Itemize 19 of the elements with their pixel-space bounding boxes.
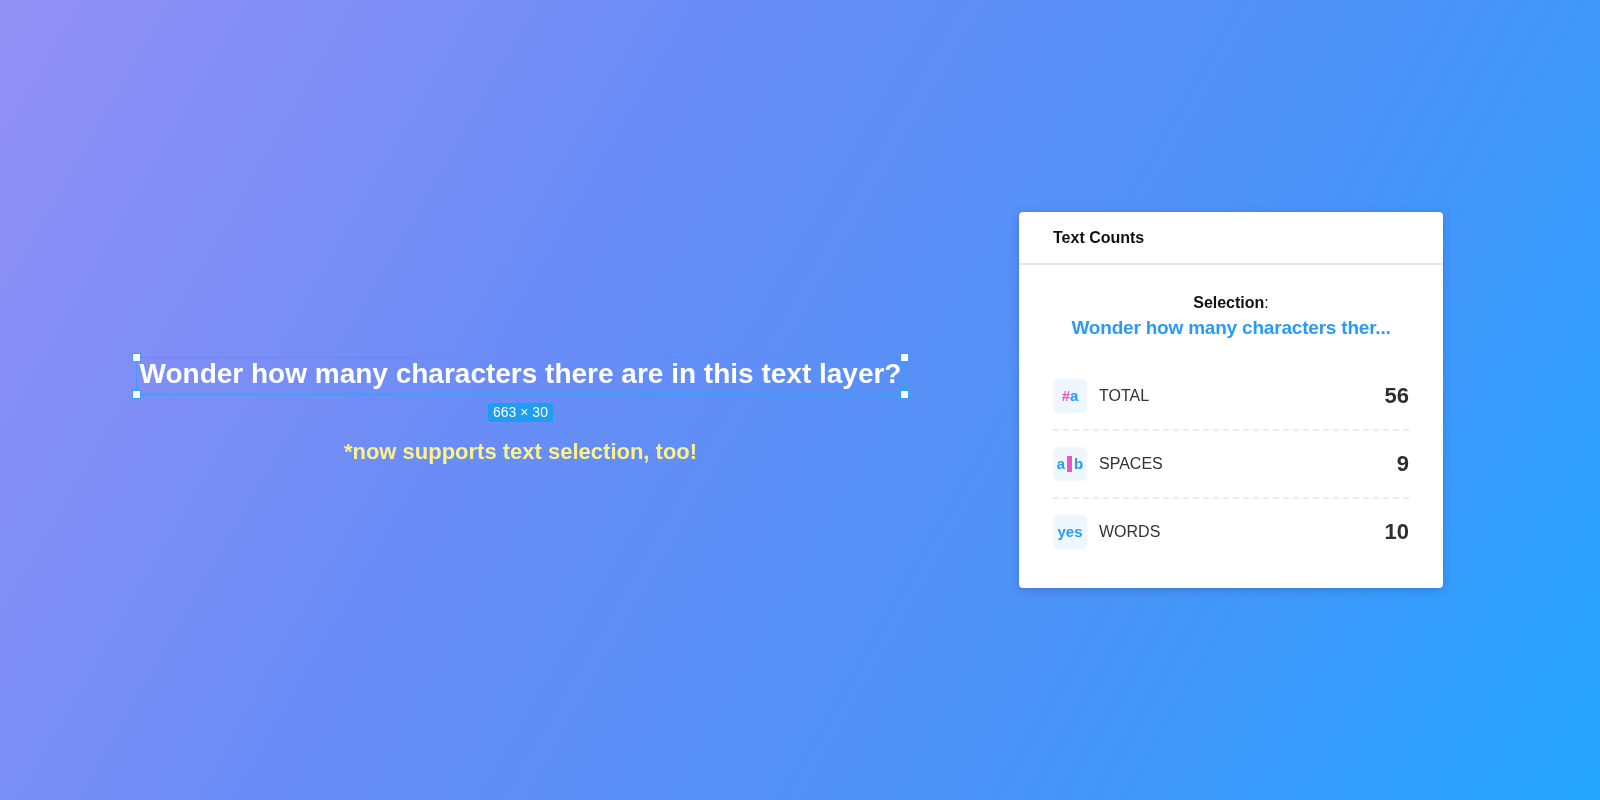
selection-label: Selection:: [1193, 293, 1269, 313]
stat-value: 10: [1384, 519, 1409, 545]
yes-word-icon: yes: [1053, 515, 1087, 549]
note-text: *now supports text selection, too!: [343, 439, 698, 465]
letters-space-icon: a b: [1053, 447, 1087, 481]
selection-text: Wonder how many characters ther...: [1071, 316, 1391, 340]
resize-handle[interactable]: [900, 390, 910, 399]
stat-value: 56: [1384, 383, 1409, 409]
resize-handle[interactable]: [900, 353, 910, 362]
resize-handle[interactable]: [131, 353, 141, 362]
stat-label: WORDS: [1099, 523, 1161, 541]
hash-letter-icon: #a: [1053, 379, 1087, 413]
resize-handle[interactable]: [131, 390, 141, 399]
stat-label: SPACES: [1099, 455, 1163, 473]
panel-title: Text Counts: [1053, 228, 1145, 247]
stat-value: 9: [1396, 451, 1409, 477]
stat-label: TOTAL: [1099, 387, 1150, 405]
dimension-label: 663 × 30: [488, 403, 553, 422]
text-layer[interactable]: Wonder how many characters there are in this text layer?: [139, 358, 902, 390]
